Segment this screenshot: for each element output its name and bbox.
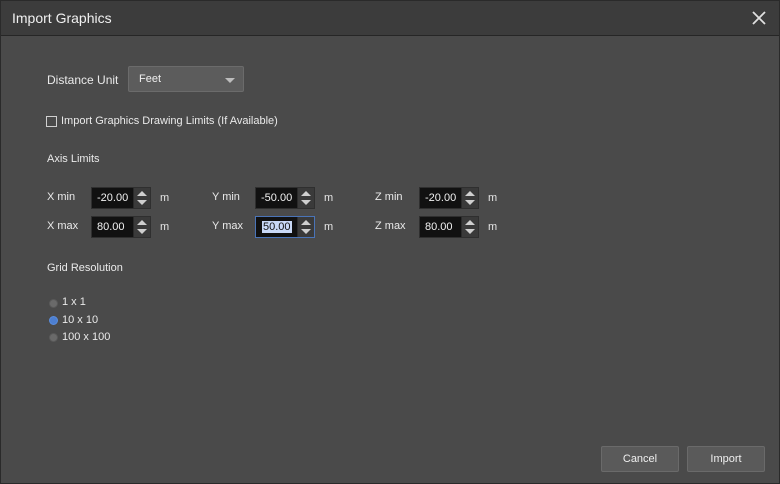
arrow-down-icon[interactable] <box>137 200 147 205</box>
arrow-up-icon[interactable] <box>137 220 147 225</box>
dialog-title: Import Graphics <box>12 10 112 26</box>
arrow-down-icon[interactable] <box>301 200 311 205</box>
radio-100x100-label[interactable]: 100 x 100 <box>62 331 110 343</box>
y-min-input[interactable] <box>256 188 298 208</box>
arrow-down-icon[interactable] <box>465 200 475 205</box>
cancel-button[interactable]: Cancel <box>601 446 679 472</box>
x-min-unit: m <box>160 192 170 204</box>
y-max-spinbox[interactable]: 50.00 <box>255 216 315 238</box>
y-min-label: Y min <box>212 191 240 203</box>
import-button[interactable]: Import <box>687 446 765 472</box>
import-limits-label: Import Graphics Drawing Limits (If Avail… <box>61 115 278 127</box>
z-min-unit: m <box>488 192 498 204</box>
y-max-label: Y max <box>212 220 243 232</box>
y-max-stepper[interactable] <box>297 217 314 237</box>
arrow-up-icon[interactable] <box>301 191 311 196</box>
z-min-input[interactable] <box>420 188 462 208</box>
title-bar: Import Graphics <box>1 1 779 36</box>
z-max-input[interactable] <box>420 217 462 237</box>
arrow-down-icon[interactable] <box>465 229 475 234</box>
distance-unit-select[interactable]: Feet <box>128 66 244 92</box>
x-min-label: X min <box>47 191 76 203</box>
arrow-up-icon[interactable] <box>137 191 147 196</box>
x-max-input[interactable] <box>92 217 134 237</box>
arrow-down-icon[interactable] <box>137 229 147 234</box>
chevron-down-icon <box>225 78 235 83</box>
y-min-spinbox[interactable] <box>255 187 315 209</box>
x-max-label: X max <box>47 220 79 232</box>
arrow-up-icon[interactable] <box>301 220 311 225</box>
import-graphics-dialog: Import Graphics Distance Unit Feet Impor… <box>0 0 780 484</box>
axis-limits-heading: Axis Limits <box>47 153 100 165</box>
radio-1x1-label[interactable]: 1 x 1 <box>62 296 86 308</box>
arrow-down-icon[interactable] <box>301 229 311 234</box>
z-min-stepper[interactable] <box>461 188 478 208</box>
arrow-up-icon[interactable] <box>465 220 475 225</box>
distance-unit-label: Distance Unit <box>47 73 119 87</box>
x-min-stepper[interactable] <box>133 188 150 208</box>
distance-unit-value: Feet <box>139 73 162 85</box>
y-min-stepper[interactable] <box>297 188 314 208</box>
radio-100x100[interactable] <box>49 333 58 342</box>
import-limits-checkbox[interactable] <box>46 116 57 127</box>
x-min-spinbox[interactable] <box>91 187 151 209</box>
x-max-stepper[interactable] <box>133 217 150 237</box>
arrow-up-icon[interactable] <box>465 191 475 196</box>
radio-10x10-label[interactable]: 10 x 10 <box>62 314 98 326</box>
z-min-spinbox[interactable] <box>419 187 479 209</box>
y-max-input[interactable]: 50.00 <box>262 221 292 233</box>
x-max-spinbox[interactable] <box>91 216 151 238</box>
z-min-label: Z min <box>375 191 403 203</box>
x-min-input[interactable] <box>92 188 134 208</box>
radio-1x1[interactable] <box>49 299 58 308</box>
y-max-unit: m <box>324 221 334 233</box>
z-max-unit: m <box>488 221 498 233</box>
close-icon[interactable] <box>749 8 769 28</box>
x-max-unit: m <box>160 221 170 233</box>
y-min-unit: m <box>324 192 334 204</box>
z-max-label: Z max <box>375 220 406 232</box>
grid-resolution-heading: Grid Resolution <box>47 262 123 274</box>
z-max-stepper[interactable] <box>461 217 478 237</box>
z-max-spinbox[interactable] <box>419 216 479 238</box>
radio-10x10[interactable] <box>49 316 58 325</box>
